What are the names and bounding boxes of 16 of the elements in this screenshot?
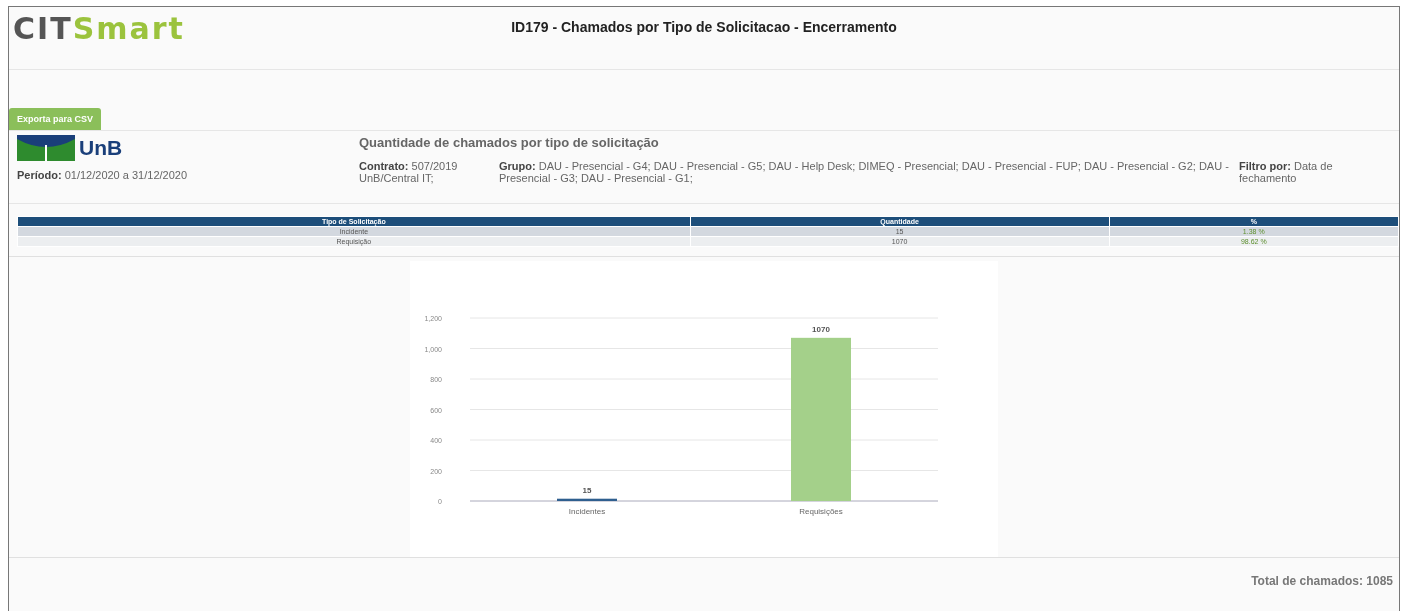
period-text: Período: 01/12/2020 a 31/12/2020 (17, 169, 189, 181)
total-count-text: Total de chamados: 1085 (1251, 574, 1393, 588)
bar-value-label: 15 (582, 485, 592, 495)
unb-emblem-icon (17, 135, 75, 161)
filter-text: Grupo: DAU - Presencial - G4; DAU - Presencial - G5; DAU - Help Desk; DIMEQ - Presencial; DAU - Presencial - FUP; DAU - Presencial - G2; DAU - Presencial - G3; DAU - Presencial - G1; (499, 160, 1229, 184)
filter-text: Contrato: 507/2019 UnB/Central IT; (359, 160, 459, 184)
filter-text: Filtro por: Data de fechamento (1239, 160, 1334, 184)
x-axis-label: Incidentes (568, 507, 606, 516)
bar (557, 498, 617, 501)
unb-logo-text: UnB (79, 136, 123, 160)
section-heading: Quantidade de chamados por tipo de solicitação (359, 135, 660, 150)
x-axis-label: Requisições (799, 507, 843, 516)
export-csv-button[interactable]: Exporta para CSV (9, 108, 102, 130)
bar-value-label: 1070 (812, 324, 830, 334)
report-title: ID179 - Chamados por Tipo de Solicitacao - Encerramento (511, 19, 897, 35)
citsmart-logo: CITSmart (12, 10, 185, 46)
